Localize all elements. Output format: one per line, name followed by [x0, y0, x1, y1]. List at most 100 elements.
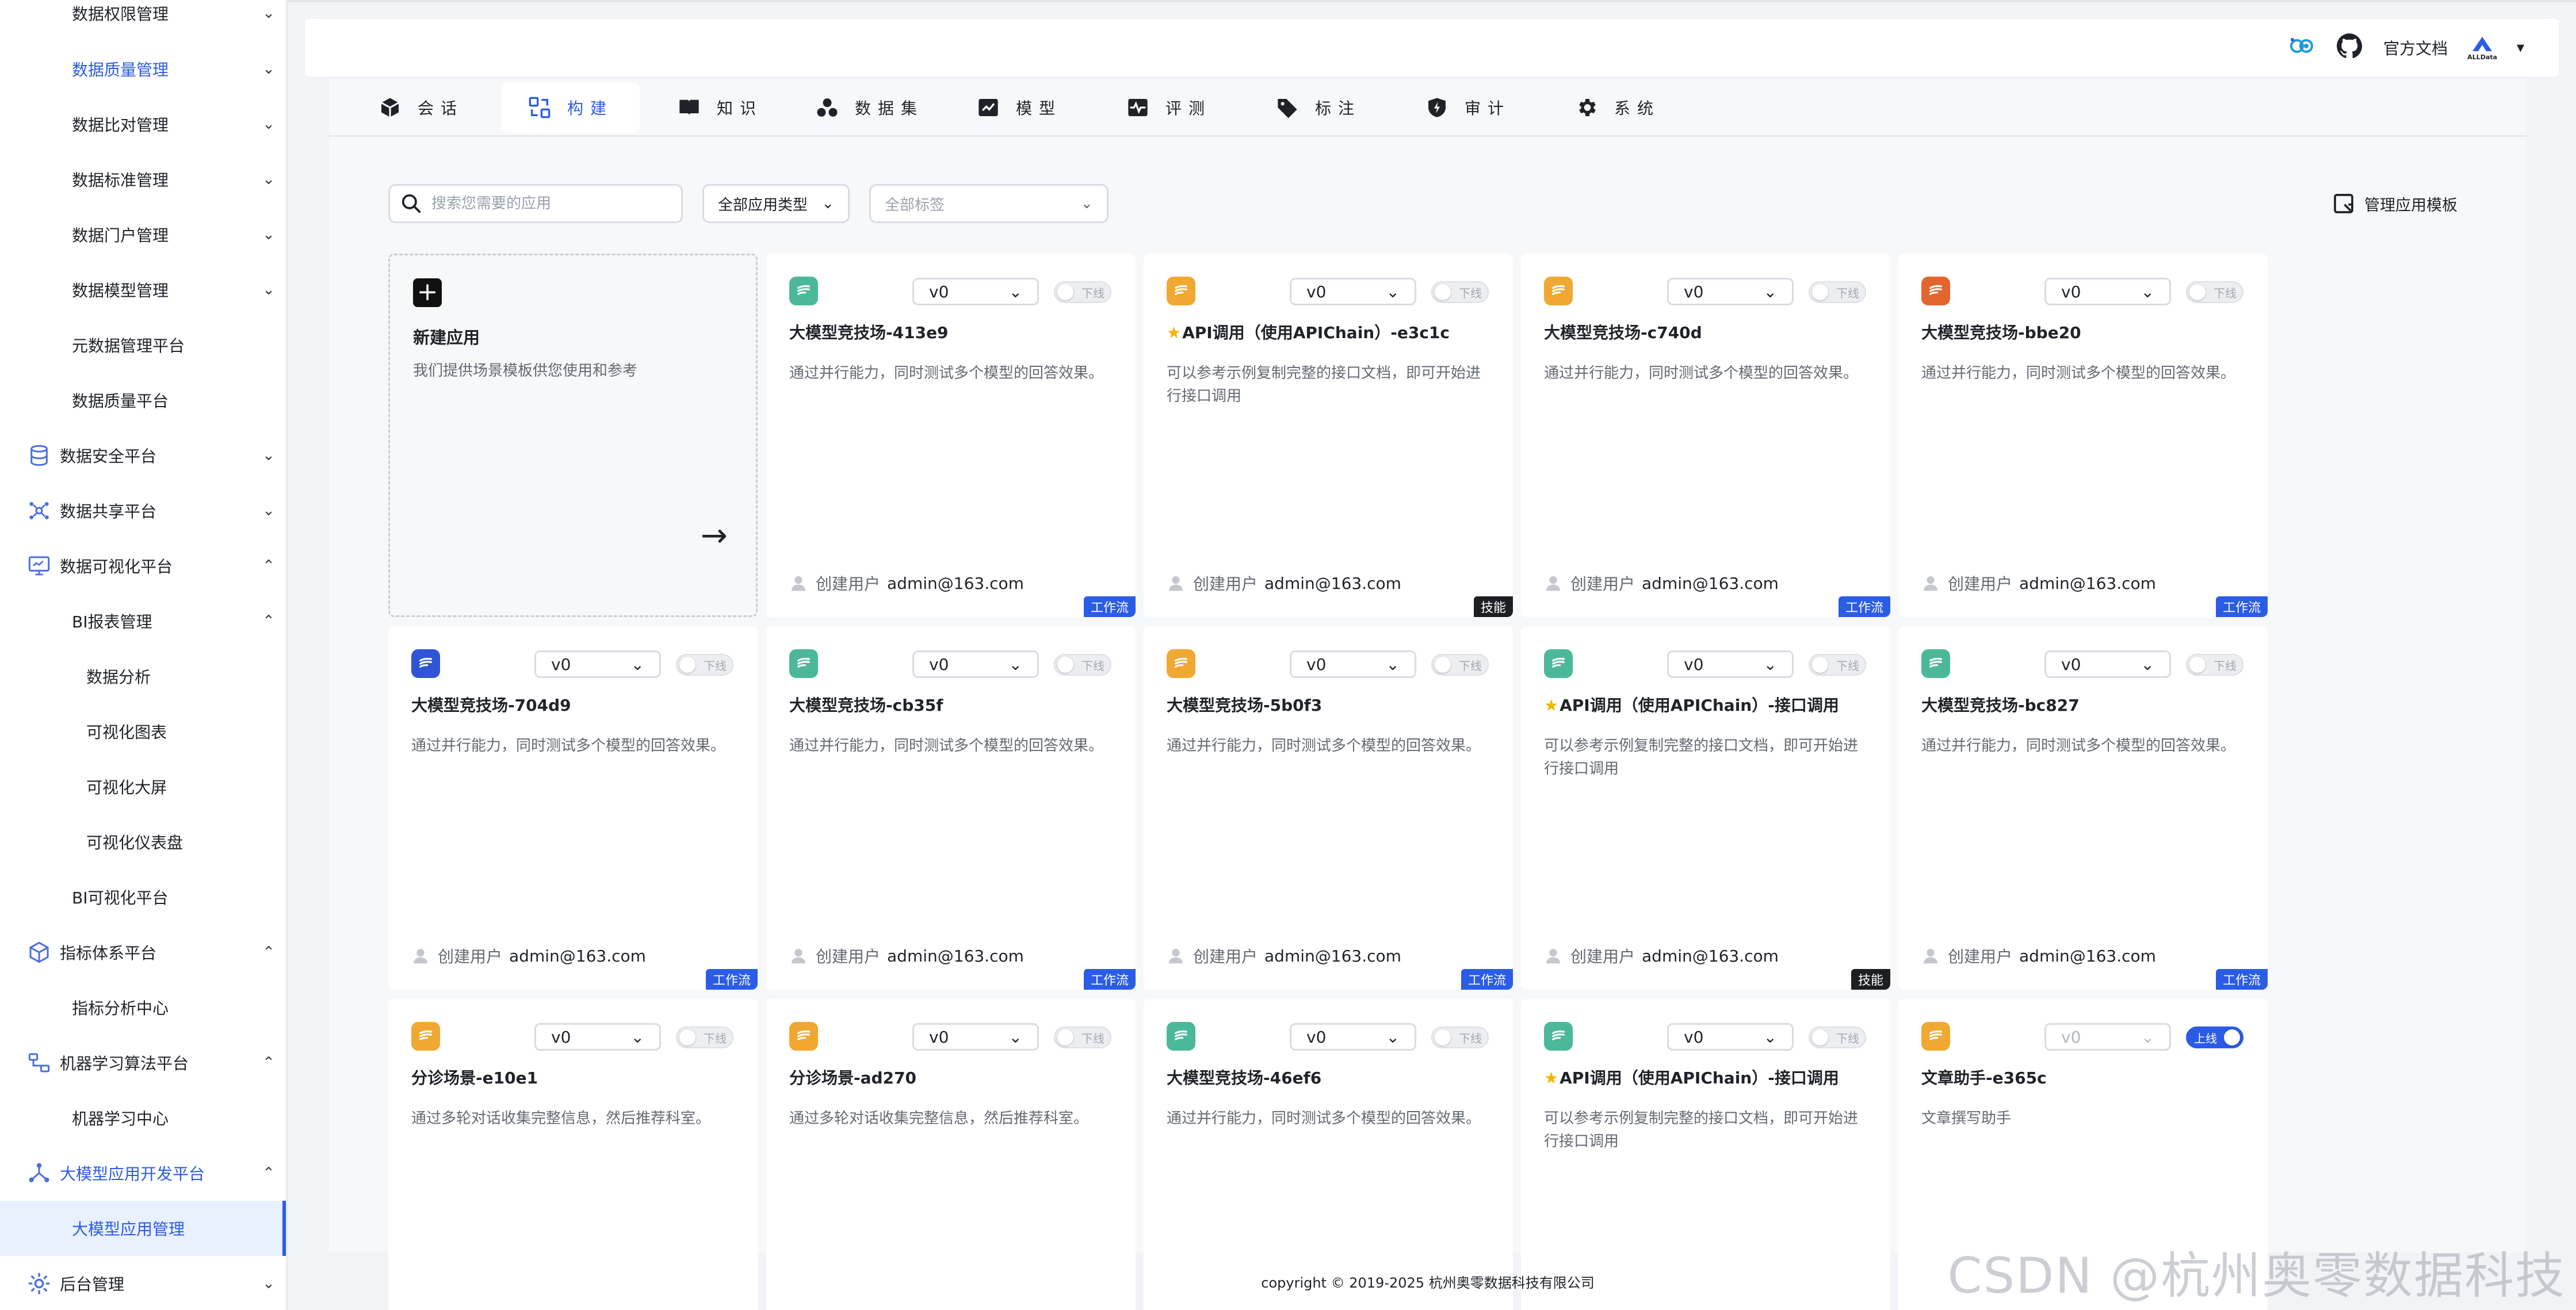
version-select[interactable]: v0 ⌄ [912, 650, 1039, 678]
sidebar-item[interactable]: 数据比对管理 ⌄ [0, 97, 286, 152]
arrow-right-icon[interactable]: → [701, 517, 728, 554]
sidebar-item[interactable]: 机器学习中心 [0, 1090, 286, 1146]
status-toggle[interactable]: 下线 [1431, 1026, 1489, 1048]
sidebar-item[interactable]: 可视化仪表盘 [0, 814, 286, 869]
sidebar-item[interactable]: 数据分析 [0, 649, 286, 704]
tab-item[interactable]: 构建 [502, 82, 640, 133]
sidebar-item[interactable]: 数据质量管理 ⌄ [0, 41, 286, 97]
chevron-down-icon[interactable]: ⌄ [251, 447, 286, 464]
sidebar-item[interactable]: 数据模型管理 ⌄ [0, 262, 286, 317]
version-select[interactable]: v0 ⌄ [1667, 650, 1794, 678]
chevron-down-icon[interactable]: ⌄ [251, 502, 286, 519]
chevron-up-icon[interactable]: ⌃ [251, 1165, 286, 1182]
app-card[interactable]: v0 ⌄ 下线 大模型竞技场-704d9 通过并行能力，同时测试多个模型的回答效果。 创建… [388, 626, 758, 990]
app-card[interactable]: v0 ⌄ 下线 大模型竞技场-c740d 通过并行能力，同时测试多个模型的回答效果。 创建… [1521, 254, 1890, 617]
status-toggle[interactable]: 下线 [1809, 1026, 1866, 1048]
app-card[interactable]: v0 ⌄ 下线 大模型竞技场-bc827 通过并行能力，同时测试多个模型的回答效果。 创建… [1898, 626, 2268, 990]
status-toggle[interactable]: 下线 [676, 654, 733, 676]
chevron-down-icon[interactable]: ⌄ [251, 116, 286, 133]
sidebar-item[interactable]: 可视化大屏 [0, 759, 286, 814]
app-card[interactable]: v0 ⌄ 下线 ★API调用（使用APIChain）-接口调用 可以参考示例复制完整的接… [1521, 626, 1890, 990]
search-input[interactable] [431, 195, 673, 212]
sidebar-item[interactable]: 数据标准管理 ⌄ [0, 152, 286, 207]
chevron-down-icon[interactable]: ⌄ [251, 1275, 286, 1292]
app-type-select[interactable]: 全部应用类型 ⌄ [702, 184, 850, 223]
app-card[interactable]: v0 ⌄ 下线 大模型竞技场-413e9 通过并行能力，同时测试多个模型的回答效果。 创建… [766, 254, 1136, 617]
tag-select[interactable]: 全部标签 ⌄ [869, 184, 1109, 223]
chevron-up-icon[interactable]: ⌃ [251, 612, 286, 630]
status-toggle[interactable]: 下线 [1054, 281, 1111, 303]
new-app-card[interactable]: + 新建应用 我们提供场景模板供您使用和参考 → [388, 254, 758, 617]
version-select[interactable]: v0 ⌄ [1290, 1023, 1416, 1051]
sidebar-item[interactable]: 大模型应用开发平台 ⌃ [0, 1146, 286, 1201]
sidebar-item[interactable]: 指标体系平台 ⌃ [0, 925, 286, 980]
chevron-up-icon[interactable]: ⌃ [251, 557, 286, 574]
status-toggle[interactable]: 下线 [2186, 281, 2244, 303]
sidebar-item[interactable]: 机器学习算法平台 ⌃ [0, 1035, 286, 1090]
chevron-down-icon[interactable]: ⌄ [251, 60, 286, 78]
sidebar-item[interactable]: 数据共享平台 ⌄ [0, 483, 286, 538]
sidebar-item[interactable]: 可视化图表 [0, 704, 286, 759]
app-card[interactable]: v0 ⌄ 下线 大模型竞技场-5b0f3 通过并行能力，同时测试多个模型的回答效果。 创建… [1144, 626, 1513, 990]
tab-item[interactable]: 审计 [1399, 82, 1537, 133]
version-select[interactable]: v0 ⌄ [1290, 278, 1416, 305]
status-label: 下线 [1836, 1031, 1859, 1045]
docs-link[interactable]: 官方文档 [2383, 36, 2448, 59]
tab-item[interactable]: 评测 [1100, 82, 1238, 133]
version-select[interactable]: v0 ⌄ [1290, 650, 1416, 678]
chevron-down-icon[interactable]: ⌄ [251, 171, 286, 188]
tab-item[interactable]: 系统 [1549, 82, 1687, 133]
chevron-down-icon[interactable]: ⌄ [251, 226, 286, 243]
status-toggle[interactable]: 下线 [676, 1026, 733, 1048]
user-icon [1546, 949, 1560, 964]
github-icon[interactable] [2335, 32, 2364, 64]
sidebar-item[interactable]: 元数据管理平台 [0, 317, 286, 373]
chevron-down-icon[interactable]: ⌄ [251, 5, 286, 22]
sidebar-item[interactable]: BI可视化平台 [0, 869, 286, 925]
sidebar-item[interactable]: 数据权限管理 ⌄ [0, 0, 286, 41]
chevron-down-icon[interactable]: ⌄ [251, 281, 286, 298]
sidebar-item[interactable]: 数据门户管理 ⌄ [0, 207, 286, 262]
sidebar-item[interactable]: 大模型应用管理 [0, 1201, 286, 1256]
sidebar-item[interactable]: 指标分析中心 [0, 980, 286, 1035]
version-select[interactable]: v0 ⌄ [2044, 1023, 2171, 1051]
version-select[interactable]: v0 ⌄ [534, 650, 661, 678]
manage-templates-button[interactable]: 管理应用模板 [2332, 184, 2457, 223]
user-icon [1169, 949, 1183, 964]
status-toggle[interactable]: 下线 [2186, 654, 2244, 676]
chevron-down-icon[interactable]: ▾ [2517, 39, 2524, 56]
status-toggle[interactable]: 上线 [2186, 1026, 2244, 1048]
version-select[interactable]: v0 ⌄ [2044, 278, 2171, 305]
sidebar-item[interactable]: 数据可视化平台 ⌃ [0, 538, 286, 593]
app-card[interactable]: v0 ⌄ 下线 大模型竞技场-cb35f 通过并行能力，同时测试多个模型的回答效果。 创建… [766, 626, 1136, 990]
user-menu[interactable]: ALLData [2467, 35, 2497, 61]
status-toggle[interactable]: 下线 [1431, 281, 1489, 303]
status-toggle[interactable]: 下线 [1809, 281, 1866, 303]
version-select[interactable]: v0 ⌄ [534, 1023, 661, 1051]
sidebar-item[interactable]: 数据质量平台 [0, 373, 286, 428]
tab-item[interactable]: 标注 [1249, 82, 1388, 133]
tab-item[interactable]: 知识 [651, 82, 789, 133]
status-toggle[interactable]: 下线 [1431, 654, 1489, 676]
version-select[interactable]: v0 ⌄ [912, 278, 1039, 305]
chevron-up-icon[interactable]: ⌃ [251, 1054, 286, 1071]
status-toggle[interactable]: 下线 [1054, 1026, 1111, 1048]
tab-item[interactable]: 会话 [352, 82, 490, 133]
sidebar-item[interactable]: BI报表管理 ⌃ [0, 593, 286, 649]
tab-item[interactable]: 模型 [950, 82, 1088, 133]
tab-item[interactable]: 数据集 [801, 82, 939, 133]
app-card[interactable]: v0 ⌄ 下线 大模型竞技场-bbe20 通过并行能力，同时测试多个模型的回答效果。 创建… [1898, 254, 2268, 617]
chevron-up-icon[interactable]: ⌃ [251, 944, 286, 961]
app-card[interactable]: v0 ⌄ 下线 ★API调用（使用APIChain）-e3c1c 可以参考示例复制完整的… [1144, 254, 1513, 617]
version-select[interactable]: v0 ⌄ [912, 1023, 1039, 1051]
version-select[interactable]: v0 ⌄ [1667, 1023, 1794, 1051]
version-select[interactable]: v0 ⌄ [1667, 278, 1794, 305]
version-select[interactable]: v0 ⌄ [2044, 650, 2171, 678]
sidebar-item[interactable]: 数据安全平台 ⌄ [0, 428, 286, 483]
sidebar-item[interactable]: 后台管理 ⌄ [0, 1256, 286, 1310]
template-icon [2334, 194, 2353, 213]
status-toggle[interactable]: 下线 [1809, 654, 1866, 676]
status-toggle[interactable]: 下线 [1054, 654, 1111, 676]
chevron-down-icon: ⌄ [1080, 195, 1093, 212]
toggle-view-icon[interactable] [2287, 32, 2315, 64]
